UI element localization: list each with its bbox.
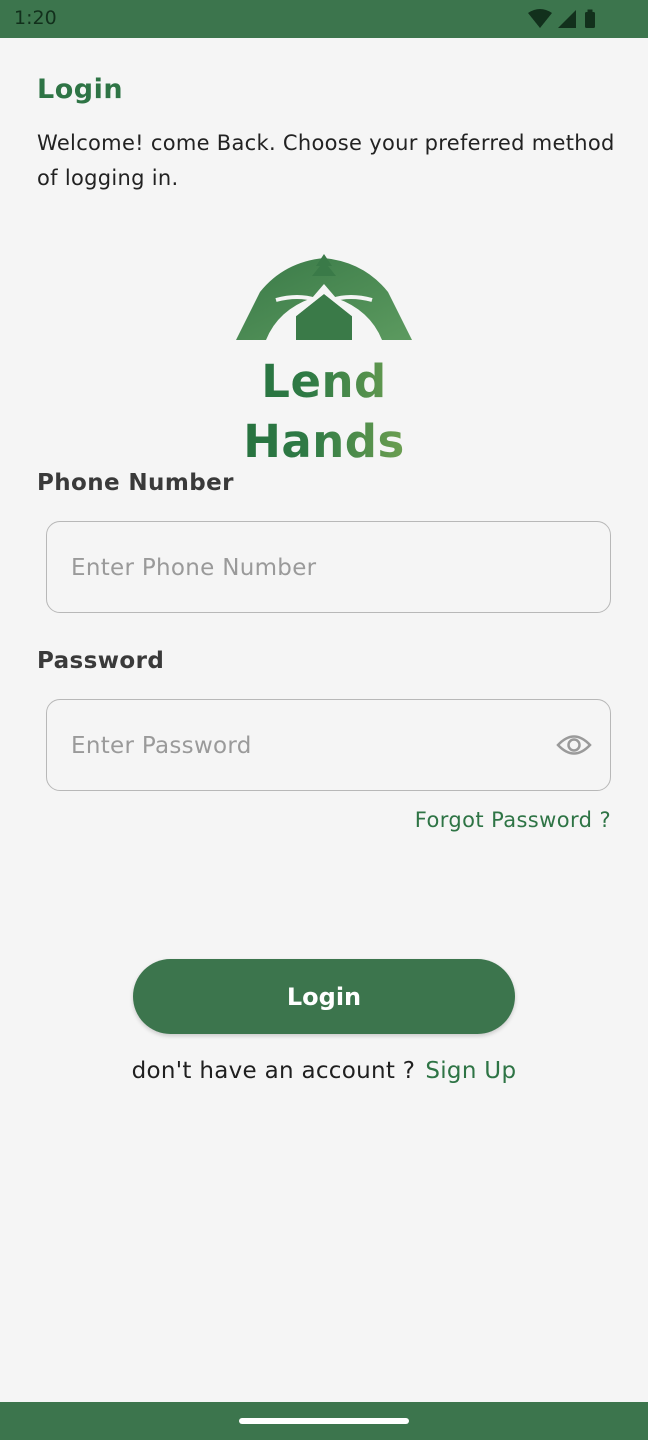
password-input[interactable] — [69, 700, 543, 792]
phone-number-label: Phone Number — [37, 470, 234, 496]
page-subtitle: Welcome! come Back. Choose your preferre… — [37, 131, 615, 190]
phone-number-field[interactable] — [46, 521, 611, 614]
login-screen: 1:20 Login Welcome! come Back. Choose yo… — [0, 0, 648, 1440]
lend-hands-logo-icon — [236, 254, 412, 340]
signal-icon — [558, 10, 576, 28]
status-time: 1:20 — [14, 7, 57, 29]
navigation-bar — [0, 1402, 648, 1440]
home-indicator[interactable] — [239, 1418, 409, 1424]
sign-up-link[interactable]: Sign Up — [425, 1058, 516, 1084]
password-label: Password — [37, 648, 165, 674]
status-icons — [528, 9, 595, 28]
status-bar: 1:20 — [0, 0, 648, 38]
signup-row: don't have an account ? Sign Up — [0, 1058, 648, 1084]
wifi-icon — [528, 9, 552, 28]
login-button[interactable]: Login — [133, 959, 515, 1034]
password-field[interactable] — [46, 699, 611, 792]
eye-icon[interactable] — [556, 732, 592, 758]
page-title: Login — [37, 74, 124, 105]
app-logo: Lend Hands — [174, 254, 474, 468]
signup-prompt: don't have an account ? — [131, 1058, 416, 1084]
logo-wordmark: Lend Hands — [174, 352, 474, 472]
battery-icon — [585, 9, 595, 28]
forgot-password-link[interactable]: Forgot Password ? — [415, 808, 611, 832]
phone-number-input[interactable] — [69, 522, 543, 614]
